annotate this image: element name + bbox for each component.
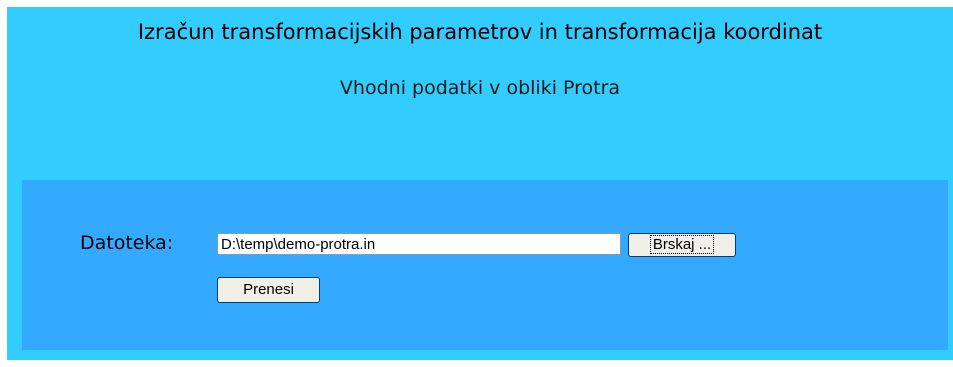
page-subtitle: Vhodni podatki v obliki Protra	[339, 77, 621, 99]
file-label: Datoteka:	[80, 232, 174, 254]
browse-button-label: Brskaj ...	[649, 235, 715, 254]
upload-form-panel: Datoteka: Brskaj ... Prenesi	[22, 180, 948, 350]
page-background: Izračun transformacijskih parametrov in …	[7, 7, 953, 360]
upload-button[interactable]: Prenesi	[217, 277, 320, 303]
page-title: Izračun transformacijskih parametrov in …	[137, 20, 823, 44]
file-path-input[interactable]	[217, 233, 621, 255]
browse-button[interactable]: Brskaj ...	[628, 233, 736, 257]
